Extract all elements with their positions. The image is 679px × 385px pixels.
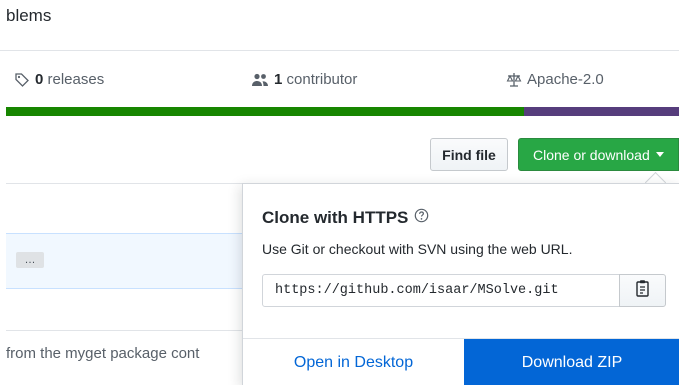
releases-label: releases [43, 71, 105, 88]
latest-commit-row: … [6, 233, 246, 289]
clone-dropdown-title: Clone with HTTPS [262, 208, 409, 227]
caret-down-icon [655, 152, 664, 157]
language-bar[interactable] [6, 107, 679, 116]
clone-button-label: Clone or download [533, 146, 650, 163]
download-zip-button[interactable]: Download ZIP [464, 339, 679, 385]
repo-description: blems [6, 6, 52, 25]
clipboard-icon [635, 279, 651, 302]
find-file-button[interactable]: Find file [430, 138, 508, 171]
clone-url-input[interactable] [262, 274, 620, 307]
divider [6, 330, 246, 331]
law-icon [506, 72, 522, 88]
clone-dropdown: Clone with HTTPS Use Git or checkout wit… [242, 183, 679, 385]
releases-link[interactable]: 0 releases [14, 71, 104, 88]
commit-message-expand-button[interactable]: … [16, 252, 44, 268]
contributors-label: contributor [282, 71, 358, 88]
clone-url-group [262, 274, 666, 307]
question-icon[interactable] [414, 208, 429, 228]
clone-dropdown-actions: Open in Desktop Download ZIP [243, 338, 679, 385]
clone-dropdown-subtitle: Use Git or checkout with SVN using the w… [262, 241, 573, 257]
repo-stats-bar: 0 releases 1 contributor Apache-2.0 [0, 51, 679, 107]
language-segment-other [524, 107, 679, 116]
license-link[interactable]: Apache-2.0 [506, 71, 604, 88]
copy-url-button[interactable] [619, 274, 666, 307]
tag-icon [14, 72, 30, 88]
license-name: Apache-2.0 [527, 71, 604, 88]
contributors-link[interactable]: 1 contributor [251, 71, 357, 88]
clone-or-download-button[interactable]: Clone or download [518, 138, 679, 171]
open-in-desktop-button[interactable]: Open in Desktop [243, 339, 464, 385]
clone-dropdown-header: Clone with HTTPS [262, 208, 429, 228]
people-icon [251, 72, 269, 88]
language-segment-csharp [6, 107, 525, 116]
readme-text: from the myget package cont [6, 345, 200, 362]
file-list-border [6, 183, 246, 184]
